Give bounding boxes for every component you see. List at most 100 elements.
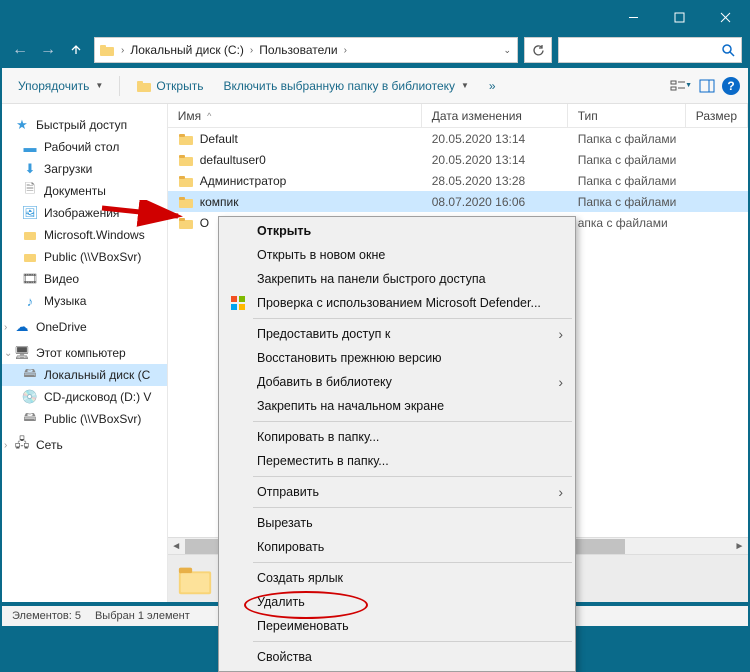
ctx-defender-scan[interactable]: Проверка с использованием Microsoft Defe… [221,291,573,315]
back-button[interactable]: ← [8,38,32,62]
sidebar-music[interactable]: ♪Музыка [2,290,167,312]
ctx-pin-quick-access[interactable]: Закрепить на панели быстрого доступа [221,267,573,291]
pictures-icon: 🖼 [22,205,38,221]
sidebar-documents[interactable]: 🗎Документы [2,180,167,202]
sidebar-quick-access[interactable]: ★Быстрый доступ [2,114,167,136]
crumb-users[interactable]: Пользователи [255,38,341,62]
expand-icon[interactable]: › [4,440,7,451]
ctx-open[interactable]: Открыть [221,219,573,243]
folder-icon [178,215,194,231]
titlebar [2,2,748,32]
maximize-button[interactable] [656,2,702,32]
chevron-right-icon[interactable]: › [248,45,255,56]
col-name[interactable]: Имя^ [168,104,422,127]
file-date: 20.05.2020 13:14 [422,132,568,146]
ctx-copy-to-folder[interactable]: Копировать в папку... [221,425,573,449]
file-type: Папка с файлами [568,153,686,167]
col-date[interactable]: Дата изменения [422,104,568,127]
sidebar-mswin[interactable]: Microsoft.Windows [2,224,167,246]
up-button[interactable] [64,38,88,62]
forward-button[interactable]: → [36,38,60,62]
column-headers: Имя^ Дата изменения Тип Размер [168,104,748,128]
table-row[interactable]: defaultuser020.05.2020 13:14Папка с файл… [168,149,748,170]
file-name: О [200,216,209,230]
expand-icon[interactable]: › [4,322,7,333]
ctx-delete[interactable]: Удалить [221,590,573,614]
organize-button[interactable]: Упорядочить▼ [10,75,111,97]
table-row[interactable]: компик08.07.2020 16:06Папка с файлами [168,191,748,212]
table-row[interactable]: Default20.05.2020 13:14Папка с файлами [168,128,748,149]
refresh-button[interactable] [524,37,552,63]
ctx-copy[interactable]: Копировать [221,535,573,559]
separator [253,562,572,563]
sidebar-downloads[interactable]: ⬇Загрузки [2,158,167,180]
col-size[interactable]: Размер [686,104,748,127]
toolbar: Упорядочить▼ Открыть Включить выбранную … [2,68,748,104]
ctx-send-to[interactable]: Отправить [221,480,573,504]
crumb-root-icon[interactable] [95,38,119,62]
desktop-icon: ▬ [22,139,38,155]
ctx-open-new-window[interactable]: Открыть в новом окне [221,243,573,267]
sidebar-onedrive[interactable]: ›☁OneDrive [2,316,167,338]
context-menu: Открыть Открыть в новом окне Закрепить н… [218,216,576,672]
crumb-cdrive[interactable]: Локальный диск (C:) [126,38,248,62]
sidebar-dvd[interactable]: 💿CD-дисковод (D:) V [2,386,167,408]
include-library-button[interactable]: Включить выбранную папку в библиотеку▼ [215,75,476,97]
col-type[interactable]: Тип [568,104,686,127]
sidebar-cdrive[interactable]: 🖴Локальный диск (C [2,364,167,386]
toolbar-overflow[interactable]: » [481,75,504,97]
disc-icon: 💿 [22,389,38,405]
file-date: 08.07.2020 16:06 [422,195,568,209]
separator [119,76,120,96]
ctx-create-shortcut[interactable]: Создать ярлык [221,566,573,590]
chevron-right-icon[interactable]: › [342,45,349,56]
view-options-button[interactable]: ▼ [670,75,692,97]
file-type: апка с файлами [568,216,686,230]
folder-icon [178,194,194,210]
sidebar-desktop[interactable]: ▬Рабочий стол [2,136,167,158]
ctx-rename[interactable]: Переименовать [221,614,573,638]
close-button[interactable] [702,2,748,32]
documents-icon: 🗎 [22,183,38,199]
open-button[interactable]: Открыть [128,74,211,98]
open-label: Открыть [156,79,203,93]
file-date: 28.05.2020 13:28 [422,174,568,188]
video-icon: 🎞 [22,271,38,287]
organize-label: Упорядочить [18,79,89,93]
scroll-right-icon[interactable]: ► [731,538,748,555]
folder-icon [178,152,194,168]
sidebar-network[interactable]: ›🖧Сеть [2,434,167,456]
separator [253,318,572,319]
minimize-button[interactable] [610,2,656,32]
expand-icon[interactable]: ⌄ [4,348,12,359]
ctx-pin-start[interactable]: Закрепить на начальном экране [221,394,573,418]
status-selection: Выбран 1 элемент [95,610,190,622]
ctx-add-library[interactable]: Добавить в библиотеку [221,370,573,394]
table-row[interactable]: Администратор28.05.2020 13:28Папка с фай… [168,170,748,191]
ctx-properties[interactable]: Свойства [221,645,573,669]
file-name: компик [200,195,239,209]
address-bar[interactable]: › Локальный диск (C:) › Пользователи › ⌄ [94,37,518,63]
help-button[interactable]: ? [722,77,740,95]
music-icon: ♪ [22,293,38,309]
drive-icon: 🖴 [22,367,38,383]
chevron-right-icon[interactable]: › [119,45,126,56]
sidebar-public2[interactable]: 🖴Public (\\VBoxSvr) [2,408,167,430]
sidebar-pictures[interactable]: 🖼Изображения [2,202,167,224]
preview-pane-button[interactable] [696,75,718,97]
navbar: ← → › Локальный диск (C:) › Пользователи… [2,32,748,68]
scroll-left-icon[interactable]: ◄ [168,538,185,555]
network-icon: 🖧 [14,437,30,453]
sidebar-thispc[interactable]: ⌄🖥Этот компьютер [2,342,167,364]
star-icon: ★ [14,117,30,133]
ctx-move-to-folder[interactable]: Переместить в папку... [221,449,573,473]
ctx-cut[interactable]: Вырезать [221,511,573,535]
folder-icon [22,227,38,243]
address-dropdown[interactable]: ⌄ [503,45,511,56]
sidebar-video[interactable]: 🎞Видео [2,268,167,290]
separator [253,507,572,508]
search-input[interactable] [558,37,742,63]
ctx-restore-previous[interactable]: Восстановить прежнюю версию [221,346,573,370]
sidebar-public[interactable]: Public (\\VBoxSvr) [2,246,167,268]
ctx-share-access[interactable]: Предоставить доступ к [221,322,573,346]
